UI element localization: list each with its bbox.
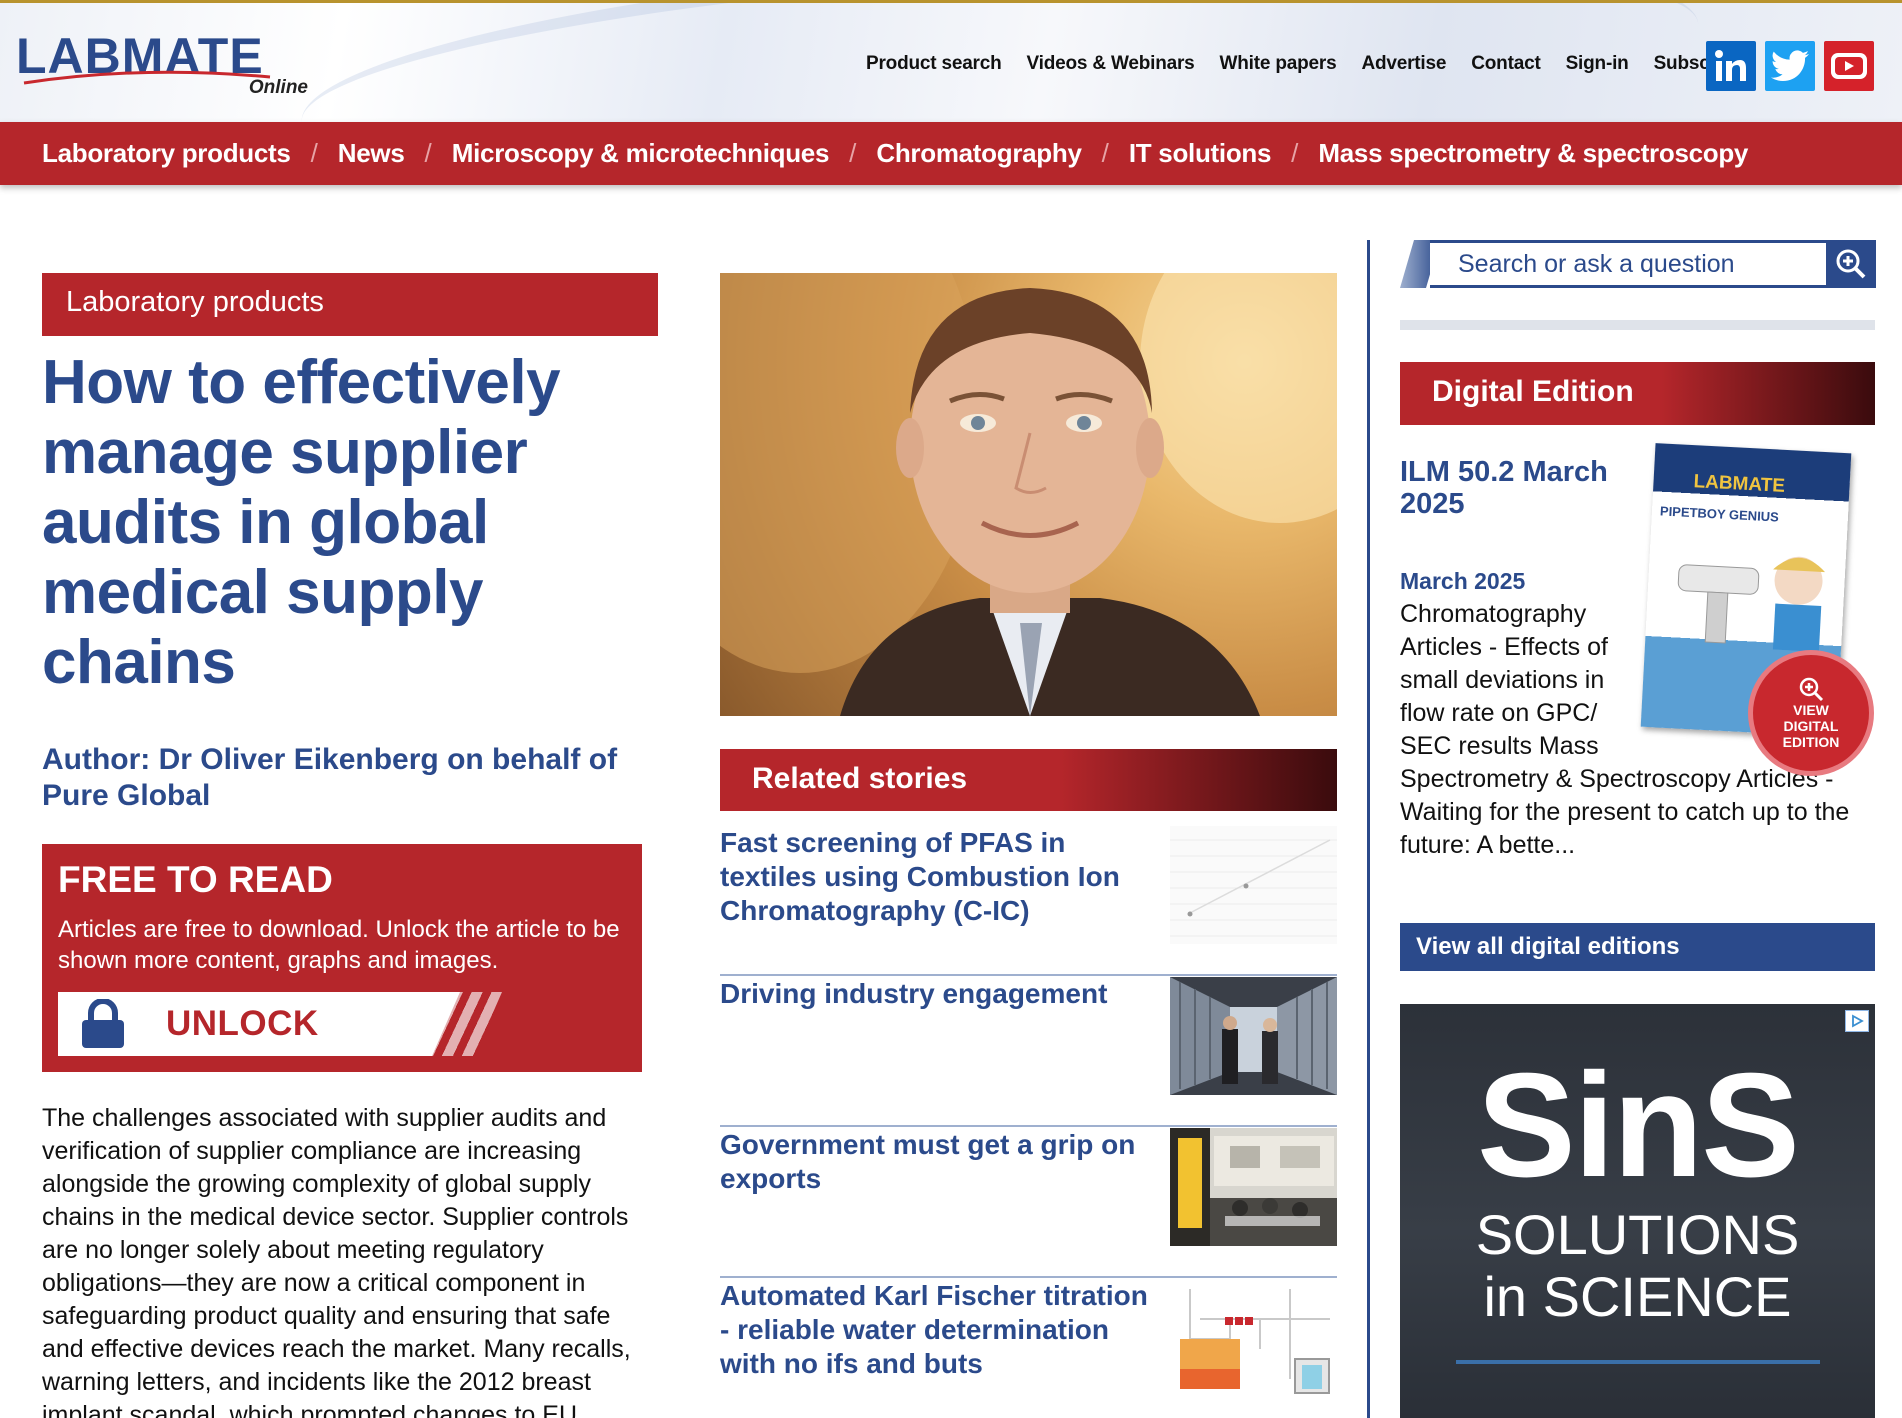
ad-choices-icon[interactable] (1845, 1010, 1869, 1032)
nav-sign-in[interactable]: Sign-in (1566, 53, 1629, 75)
logo-subtext: Online (248, 77, 308, 98)
logo-swoosh (23, 70, 271, 85)
free-to-read-title: FREE TO READ (58, 859, 333, 900)
related-story-thumbnail[interactable] (1170, 977, 1337, 1095)
twitter-icon[interactable] (1765, 41, 1815, 91)
author-photo (720, 273, 1337, 716)
free-to-read-box: FREE TO READ Articles are free to downlo… (42, 844, 642, 1072)
social-links (1706, 41, 1874, 91)
sidebar-divider (1367, 240, 1370, 1418)
related-story[interactable]: Government must get a grip on exports (720, 1128, 1337, 1278)
related-story-title[interactable]: Automated Karl Fischer titration - relia… (720, 1279, 1160, 1381)
cover-title: LABMATE (1693, 471, 1786, 497)
site-header: LABMATE Online Product search Videos & W… (0, 0, 1902, 122)
lock-icon (80, 998, 126, 1049)
sidebar-divider-bar (1400, 320, 1875, 330)
view-all-editions-button[interactable]: View all digital editions (1400, 923, 1875, 971)
article-body: The challenges associated with supplier … (42, 1104, 631, 1418)
nav-advertise[interactable]: Advertise (1361, 53, 1446, 75)
badge-line: VIEW (1793, 702, 1829, 718)
ad-tagline: SOLUTIONS in SCIENCE (1400, 1204, 1875, 1328)
nav-separator: / (1291, 138, 1299, 168)
description-line: Articles - Effects of (1400, 633, 1608, 661)
cat-news[interactable]: News (338, 138, 405, 169)
related-story-title[interactable]: Fast screening of PFAS in textiles using… (720, 826, 1160, 928)
related-story[interactable]: Fast screening of PFAS in textiles using… (720, 826, 1337, 976)
top-nav: Product search Videos & Webinars White p… (866, 53, 1744, 75)
labmate-logo[interactable]: LABMATE Online (16, 31, 316, 101)
magnifier-icon (1836, 249, 1866, 279)
cat-mass-spectrometry[interactable]: Mass spectrometry & spectroscopy (1318, 138, 1748, 169)
related-story-title[interactable]: Government must get a grip on exports (720, 1128, 1160, 1196)
related-story-title[interactable]: Driving industry engagement (720, 977, 1160, 1011)
digital-edition-title[interactable]: ILM 50.2 March 2025 (1400, 456, 1630, 520)
search-box (1400, 240, 1876, 288)
badge-line: EDITION (1782, 734, 1840, 750)
cover-subtitle: PIPETBOY GENIUS (1659, 503, 1780, 525)
description-line: Chromatography (1400, 600, 1587, 628)
cat-it-solutions[interactable]: IT solutions (1129, 138, 1272, 169)
related-stories-heading: Related stories (720, 749, 1337, 811)
youtube-icon[interactable] (1824, 41, 1874, 91)
nav-separator: / (849, 138, 857, 168)
search-button[interactable] (1826, 240, 1876, 288)
nav-product-search[interactable]: Product search (866, 53, 1002, 75)
zoom-in-icon (1799, 677, 1824, 702)
nav-separator: / (1101, 138, 1109, 168)
ad-tagline-line: SOLUTIONS (1475, 1203, 1800, 1266)
related-story[interactable]: Automated Karl Fischer titration - relia… (720, 1279, 1337, 1418)
nav-separator: / (310, 138, 318, 168)
description-line: SEC results Mass (1400, 732, 1599, 760)
digital-edition-date: March 2025 (1400, 568, 1526, 594)
article-author: Author: Dr Oliver Eikenberg on behalf of… (42, 743, 618, 812)
article-category-label[interactable]: Laboratory products (42, 273, 658, 336)
unlock-button[interactable]: UNLOCK (58, 992, 486, 1056)
search-input[interactable] (1430, 240, 1830, 288)
description-line: flow rate on GPC/ (1400, 699, 1598, 727)
nav-white-papers[interactable]: White papers (1220, 53, 1337, 75)
cat-laboratory-products[interactable]: Laboratory products (42, 138, 291, 169)
linkedin-icon[interactable] (1706, 41, 1756, 91)
cat-microscopy[interactable]: Microscopy & microtechniques (452, 138, 830, 169)
related-story[interactable]: Driving industry engagement (720, 977, 1337, 1127)
cat-chromatography[interactable]: Chromatography (876, 138, 1082, 169)
related-story-thumbnail[interactable] (1170, 1279, 1337, 1397)
unlock-label: UNLOCK (166, 1004, 319, 1043)
related-story-thumbnail[interactable] (1170, 826, 1337, 944)
related-story-thumbnail[interactable] (1170, 1128, 1337, 1246)
view-digital-edition-button[interactable]: VIEW DIGITAL EDITION (1748, 650, 1874, 776)
nav-videos-webinars[interactable]: Videos & Webinars (1027, 53, 1195, 75)
sidebar-advertisement[interactable]: SinS SOLUTIONS in SCIENCE (1400, 1004, 1875, 1418)
ad-divider (1456, 1360, 1820, 1364)
description-line: small deviations in (1400, 666, 1605, 694)
ad-headline: SinS (1477, 1043, 1800, 1208)
free-to-read-text: Articles are free to download. Unlock th… (58, 916, 620, 974)
description-line: Spectrometry & Spectroscopy Articles - W… (1400, 765, 1850, 859)
nav-contact[interactable]: Contact (1471, 53, 1541, 75)
nav-separator: / (424, 138, 432, 168)
digital-edition-heading: Digital Edition (1400, 362, 1875, 425)
ad-tagline-line: in SCIENCE (1483, 1265, 1792, 1328)
badge-line: DIGITAL (1783, 718, 1839, 734)
category-nav: Laboratory products / News / Microscopy … (0, 122, 1902, 185)
article-title: How to effectively manage supplier audit… (42, 348, 561, 697)
